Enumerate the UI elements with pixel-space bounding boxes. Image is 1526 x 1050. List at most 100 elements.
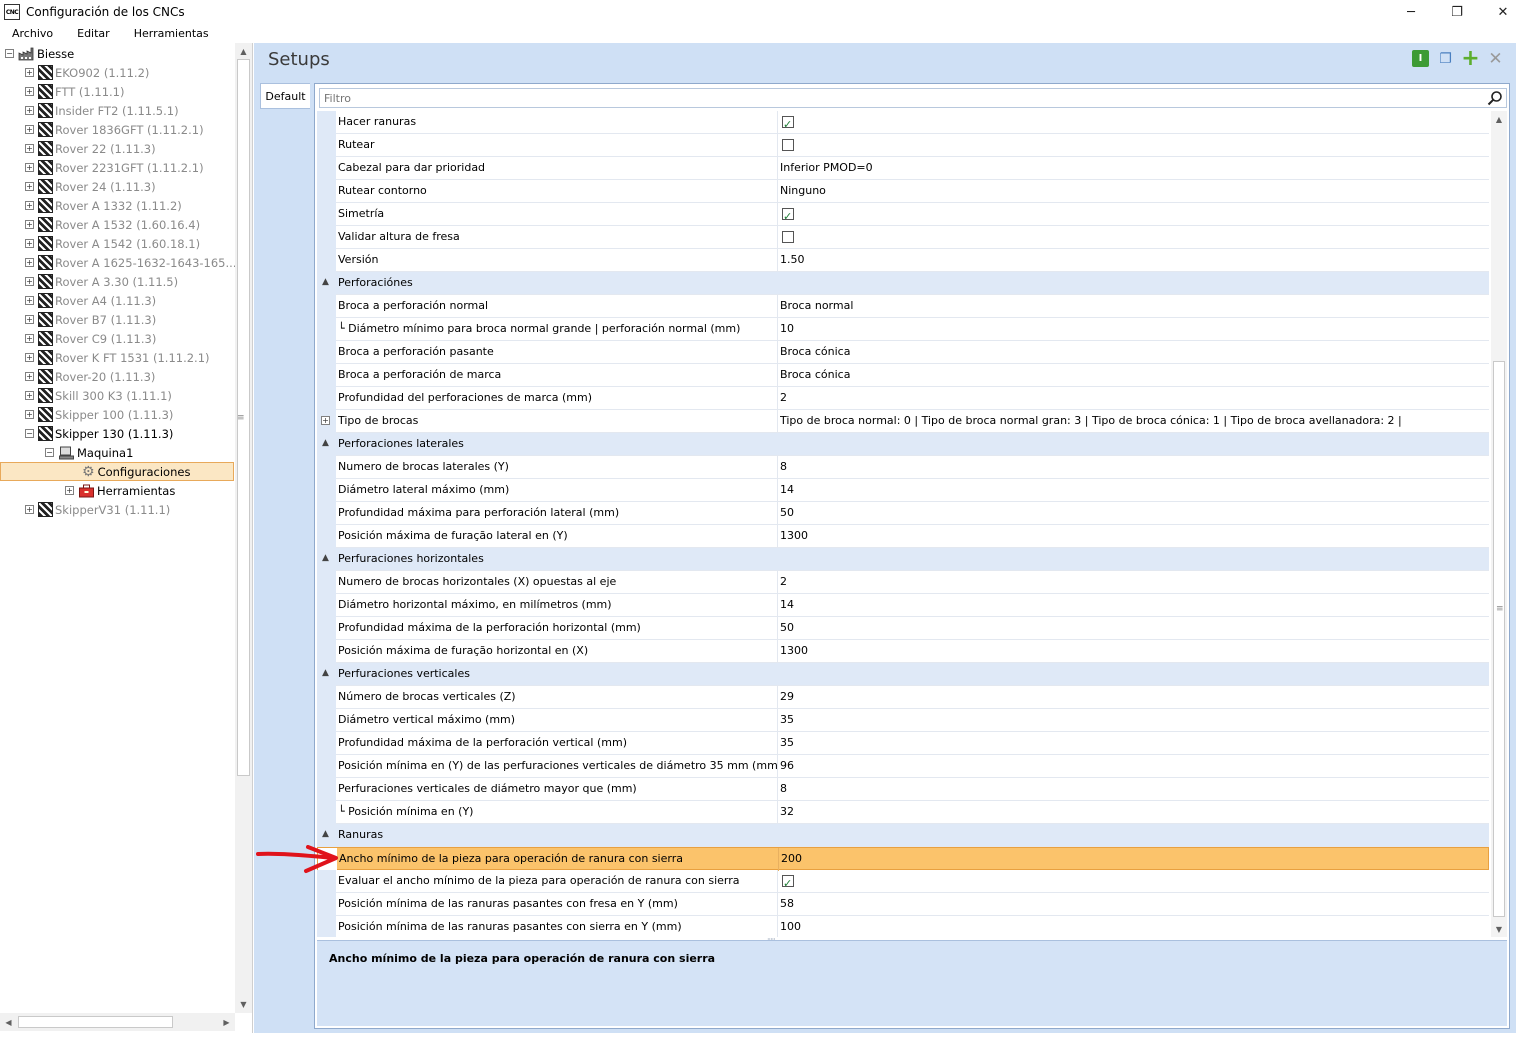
restore-icon[interactable]: ❐	[1434, 0, 1480, 24]
expand-icon[interactable]: +	[25, 372, 34, 381]
property-value[interactable]: Broca cónica	[780, 341, 1485, 364]
grid-scroll-thumb[interactable]	[1493, 361, 1505, 917]
scroll-down-icon[interactable]: ▼	[235, 996, 252, 1012]
category-row[interactable]: ▲ Perforaciónes	[317, 272, 1489, 295]
grid-vertical-scrollbar[interactable]: ▲ ▼	[1491, 111, 1507, 937]
property-row[interactable]: Numero de brocas laterales (Y) 8	[317, 456, 1489, 479]
property-value[interactable]: 1300	[780, 525, 1485, 548]
expand-icon[interactable]: +	[25, 220, 34, 229]
collapse-category-icon[interactable]: ▲	[322, 668, 332, 678]
menu-archivo[interactable]: Archivo	[0, 27, 65, 40]
property-row[interactable]: Profundidad máxima para perforación late…	[317, 502, 1489, 525]
property-value[interactable]: 8	[780, 456, 1485, 479]
property-value[interactable]	[780, 134, 1485, 157]
splitter-grip-icon[interactable]: ≡	[237, 413, 245, 423]
close-icon[interactable]: ✕	[1480, 0, 1526, 24]
property-value[interactable]: 14	[780, 594, 1485, 617]
property-value[interactable]: 50	[780, 502, 1485, 525]
property-value[interactable]: 35	[780, 732, 1485, 755]
expand-icon[interactable]: +	[25, 239, 34, 248]
expand-icon[interactable]: +	[25, 277, 34, 286]
expand-icon[interactable]: +	[25, 410, 34, 419]
tree-item-biesse[interactable]: − Biesse	[5, 44, 74, 63]
property-row[interactable]: Posición mínima de las ranuras pasantes …	[317, 893, 1489, 916]
checkbox-checked[interactable]	[782, 114, 794, 134]
property-value[interactable]: 10	[780, 318, 1485, 341]
add-icon[interactable]: +	[1461, 46, 1479, 71]
property-row[interactable]: Broca a perforación normal Broca normal	[317, 295, 1489, 318]
collapse-category-icon[interactable]: ▲	[322, 829, 332, 839]
property-value[interactable]: 14	[780, 479, 1485, 502]
property-row[interactable]: Broca a perforación pasante Broca cónica	[317, 341, 1489, 364]
property-row[interactable]: Diámetro horizontal máximo, en milímetro…	[317, 594, 1489, 617]
property-row[interactable]: Validar altura de fresa	[317, 226, 1489, 249]
copy-icon[interactable]: ❐	[1437, 50, 1454, 67]
tree-item-cnc[interactable]: + Rover B7 (1.11.3)	[25, 310, 156, 329]
property-row[interactable]: Rutear contorno Ninguno	[317, 180, 1489, 203]
property-row[interactable]: Posición mínima de las ranuras pasantes …	[317, 916, 1489, 937]
expand-icon[interactable]: +	[25, 182, 34, 191]
menu-herramientas[interactable]: Herramientas	[122, 27, 221, 40]
expand-icon[interactable]: +	[25, 391, 34, 400]
tree-item-configuraciones[interactable]: ⚙ Configuraciones	[82, 462, 190, 481]
category-row[interactable]: ▲ Perfuraciones horizontales	[317, 548, 1489, 571]
expand-icon[interactable]: +	[25, 353, 34, 362]
expand-icon[interactable]: +	[25, 87, 34, 96]
expand-icon[interactable]: +	[25, 144, 34, 153]
property-value[interactable]	[780, 870, 1485, 893]
expand-icon[interactable]: +	[25, 296, 34, 305]
property-value[interactable]: 2	[780, 571, 1485, 594]
property-value[interactable]: 2	[780, 387, 1485, 410]
property-row[interactable]: Numero de brocas horizontales (X) opuest…	[317, 571, 1489, 594]
minimize-icon[interactable]: ─	[1388, 0, 1434, 24]
tree-item-cnc[interactable]: + Rover K FT 1531 (1.11.2.1)	[25, 348, 210, 367]
property-row[interactable]: Perfuraciones verticales de diámetro may…	[317, 778, 1489, 801]
property-row[interactable]: Diámetro lateral máximo (mm) 14	[317, 479, 1489, 502]
info-icon[interactable]: I	[1412, 50, 1429, 67]
category-row[interactable]: ▲ Ranuras	[317, 824, 1489, 847]
resize-grip-icon[interactable]: ·····	[767, 935, 776, 944]
property-row[interactable]: Profundidad máxima de la perforación ver…	[317, 732, 1489, 755]
checkbox-unchecked[interactable]	[782, 231, 794, 243]
tree-item-maquina1[interactable]: − Maquina1	[45, 443, 133, 462]
property-row[interactable]: Evaluar el ancho mínimo de la pieza para…	[317, 870, 1489, 893]
tree-item-cnc[interactable]: + Rover A 1542 (1.60.18.1)	[25, 234, 200, 253]
property-value[interactable]: 32	[780, 801, 1485, 824]
scroll-up-icon[interactable]: ▲	[235, 43, 252, 59]
property-row[interactable]: Broca a perforación de marca Broca cónica	[317, 364, 1489, 387]
expand-icon[interactable]: +	[25, 315, 34, 324]
property-value[interactable]: 1.50	[780, 249, 1485, 272]
property-value[interactable]: 50	[780, 617, 1485, 640]
collapse-category-icon[interactable]: ▲	[322, 553, 332, 563]
property-value[interactable]: Ninguno	[780, 180, 1485, 203]
property-value[interactable]: 200	[781, 848, 1486, 871]
tree-item-cnc[interactable]: + Skipper 100 (1.11.3)	[25, 405, 173, 424]
property-value[interactable]	[780, 226, 1485, 249]
property-row[interactable]: Posición máxima de furação horizontal en…	[317, 640, 1489, 663]
category-row[interactable]: ▲ Perforaciones laterales	[317, 433, 1489, 456]
tree-item-cnc[interactable]: + FTT (1.11.1)	[25, 82, 124, 101]
expand-icon[interactable]: +	[25, 68, 34, 77]
tree-item-cnc[interactable]: + Rover-20 (1.11.3)	[25, 367, 155, 386]
expand-icon[interactable]: +	[25, 106, 34, 115]
scroll-left-icon[interactable]: ◀	[0, 1014, 17, 1030]
collapse-icon[interactable]: −	[45, 448, 54, 457]
property-row[interactable]: Simetría	[317, 203, 1489, 226]
property-value[interactable]: 35	[780, 709, 1485, 732]
property-row[interactable]: Cabezal para dar prioridad Inferior PMOD=…	[317, 157, 1489, 180]
tree-item-cnc[interactable]: + Rover A4 (1.11.3)	[25, 291, 156, 310]
expand-icon[interactable]: +	[65, 486, 74, 495]
tree-item-cnc[interactable]: + Rover A 1532 (1.60.16.4)	[25, 215, 200, 234]
tree-item-cnc[interactable]: + Rover A 1332 (1.11.2)	[25, 196, 182, 215]
property-value[interactable]: 8	[780, 778, 1485, 801]
expand-icon[interactable]: +	[321, 416, 330, 425]
expand-icon[interactable]: +	[25, 258, 34, 267]
collapse-icon[interactable]: −	[5, 49, 14, 58]
tree-item-cnc[interactable]: + Rover 22 (1.11.3)	[25, 139, 156, 158]
tree-item-cnc[interactable]: + Rover A 1625-1632-1643-165...	[25, 253, 235, 272]
property-row[interactable]: Profundidad máxima de la perforación hor…	[317, 617, 1489, 640]
tree-item-cnc[interactable]: + Rover 2231GFT (1.11.2.1)	[25, 158, 204, 177]
property-value[interactable]: Inferior PMOD=0	[780, 157, 1485, 180]
checkbox-checked[interactable]	[782, 873, 794, 893]
tree-item-cnc[interactable]: + Rover 1836GFT (1.11.2.1)	[25, 120, 204, 139]
